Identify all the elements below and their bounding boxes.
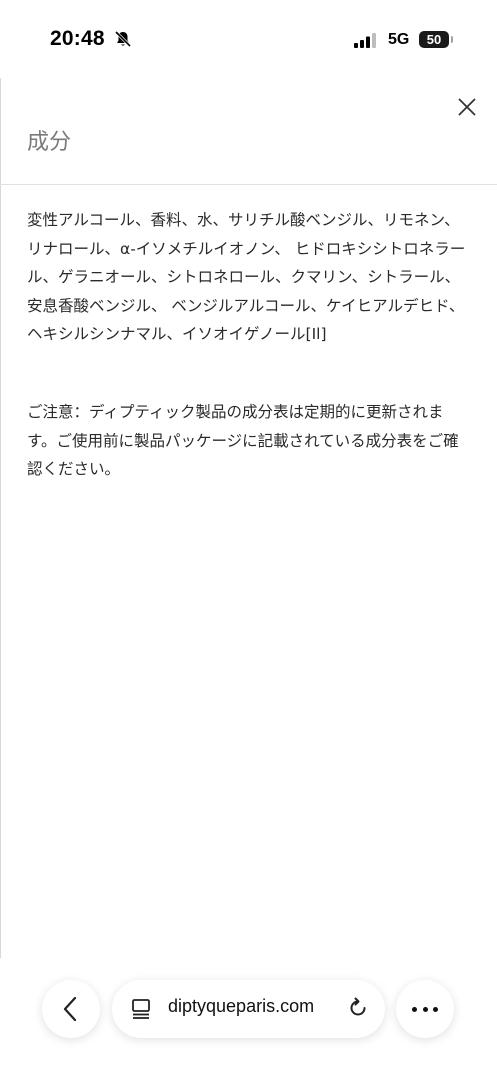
ingredients-notice: ご注意：ディプティック製品の成分表は定期的に更新されます。ご使用前に製品パッケー… <box>27 403 459 478</box>
reload-icon[interactable] <box>347 997 369 1019</box>
ingredients-list: 変性アルコール、香料、水、サリチル酸ベンジル、リモネン、リナロール、α-イソメチ… <box>27 211 466 343</box>
status-time: 20:48 <box>50 27 105 50</box>
more-icon-dot-1 <box>412 1007 417 1012</box>
sheet-title: 成分 <box>27 130 72 155</box>
more-button[interactable] <box>396 980 454 1038</box>
header-divider <box>0 184 497 185</box>
battery-indicator: 50 <box>419 31 449 48</box>
more-icon-dot-2 <box>422 1007 428 1012</box>
url-text[interactable]: diptyqueparis.com <box>168 996 314 1017</box>
more-icon-dot-3 <box>433 1007 438 1012</box>
sheet-edge <box>0 78 1 958</box>
back-button[interactable] <box>42 980 100 1038</box>
close-icon[interactable] <box>452 92 482 122</box>
signal-icon <box>354 33 376 48</box>
tabs-icon[interactable] <box>131 998 151 1020</box>
page: 20:48 5G 50 成分 変性アルコール、香料、水、サリチル酸ベンジル、リモ… <box>0 0 497 1080</box>
network-type: 5G <box>388 31 410 48</box>
status-bar: 20:48 5G 50 <box>0 0 497 78</box>
chevron-left-icon <box>63 996 77 1022</box>
bell-slash-icon <box>114 30 132 48</box>
battery-tip <box>451 36 453 43</box>
